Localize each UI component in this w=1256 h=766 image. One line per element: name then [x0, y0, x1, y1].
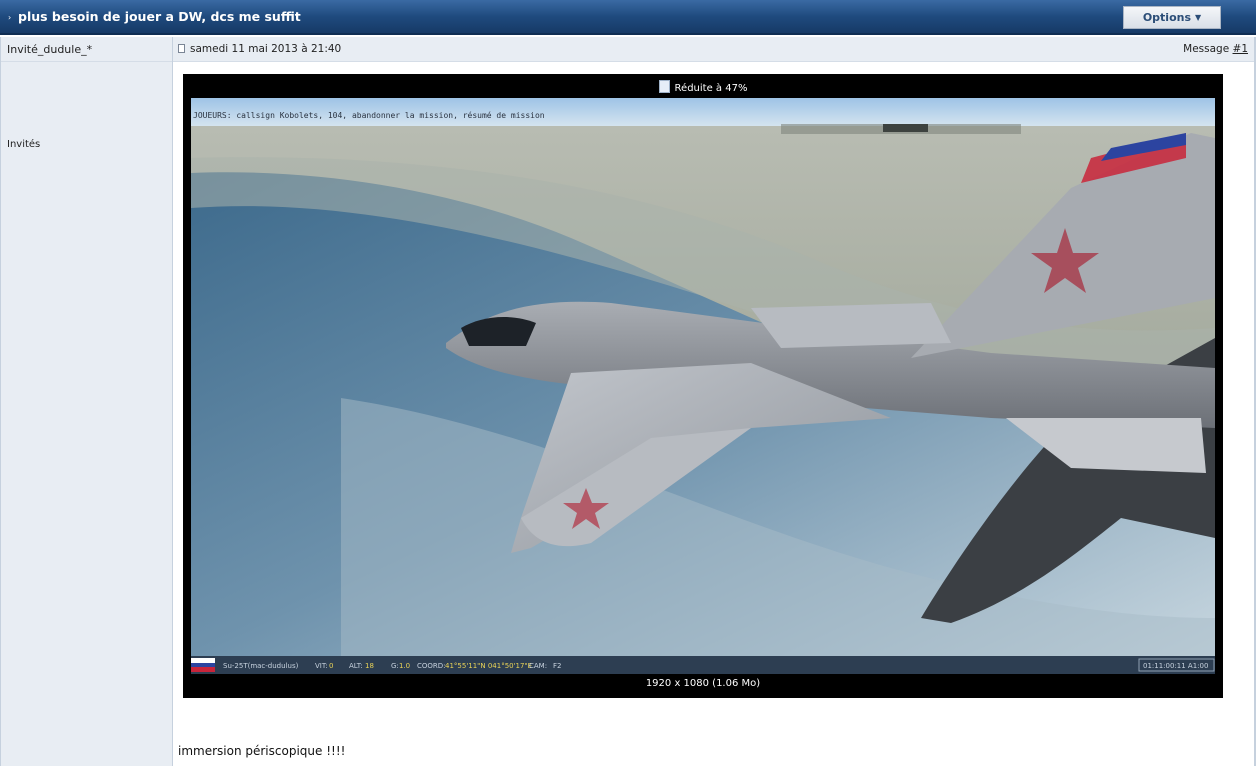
- author-name[interactable]: Invité_dudule_*: [7, 43, 92, 56]
- resize-notice: Réduite à 47%: [674, 83, 748, 94]
- topic-header-bar: › plus besoin de jouer a DW, dcs me suff…: [0, 0, 1256, 35]
- hud-alt-label: ALT:: [349, 662, 363, 670]
- options-label: Options: [1142, 11, 1192, 24]
- hud-time: 01:11:00:11 A1:00: [1143, 662, 1208, 670]
- hud-cam-value: F2: [553, 662, 561, 670]
- image-dimensions-caption: 1920 x 1080 (1.06 Mo): [645, 678, 761, 689]
- document-icon: [178, 44, 185, 53]
- post-text: immersion périscopique !!!!: [178, 744, 346, 758]
- game-screenshot[interactable]: JOUEURS: callsign Kobolets, 104, abandon…: [191, 98, 1215, 674]
- topic-arrow-icon: ›: [8, 13, 12, 22]
- chevron-down-icon: ▼: [1195, 13, 1202, 22]
- hud-vit-value: 0: [329, 662, 333, 670]
- post-message-number: Message #1: [1183, 43, 1248, 55]
- message-label: Message: [1183, 43, 1230, 55]
- hud-coord-value: 41°55'11"N 041°50'17"E: [445, 662, 532, 670]
- hud-cam-label: CAM:: [529, 662, 547, 670]
- game-screenshot-art: JOUEURS: callsign Kobolets, 104, abandon…: [191, 98, 1215, 674]
- post-header: samedi 11 mai 2013 à 21:40 Message #1: [173, 37, 1256, 62]
- hud-coord-label: COORD:: [417, 662, 446, 670]
- author-sidebar: Invité_dudule_* Invités: [0, 37, 173, 766]
- topic-title: plus besoin de jouer a DW, dcs me suffit: [18, 9, 301, 24]
- hud-alt-value: 18: [365, 662, 374, 670]
- hud-g-value: 1.0: [399, 662, 410, 670]
- options-button[interactable]: Options ▼: [1123, 6, 1221, 29]
- game-top-text: JOUEURS: callsign Kobolets, 104, abandon…: [193, 110, 545, 120]
- hud-aircraft: Su-25T(mac-dudulus): [223, 662, 299, 670]
- author-group: Invités: [7, 139, 41, 150]
- resized-image-frame: Réduite à 47% JOUEURS: callsign Kobolets…: [183, 74, 1223, 698]
- message-permalink[interactable]: #1: [1233, 43, 1248, 55]
- resize-notice-bar[interactable]: Réduite à 47%: [183, 80, 1223, 94]
- zoom-image-icon: [658, 80, 670, 93]
- post-body: Réduite à 47% JOUEURS: callsign Kobolets…: [173, 62, 1256, 766]
- author-row: Invité_dudule_*: [1, 37, 172, 62]
- hud-g-label: G:: [391, 662, 399, 670]
- hud-vit-label: VIT:: [315, 662, 328, 670]
- post-date: samedi 11 mai 2013 à 21:40: [190, 43, 342, 55]
